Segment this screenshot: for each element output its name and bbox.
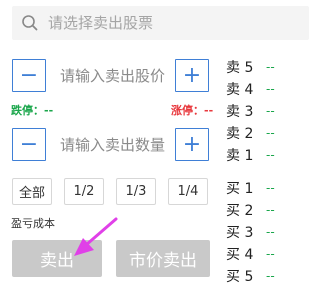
ask-row-2: 卖 2 -- bbox=[226, 123, 316, 143]
ask-value: -- bbox=[266, 104, 275, 118]
ask-label: 卖 1 bbox=[226, 148, 254, 164]
bid-label: 买 3 bbox=[226, 225, 254, 241]
ask-label: 卖 4 bbox=[226, 82, 254, 98]
limit-up-label: 涨停： bbox=[171, 104, 204, 117]
ratio-quarter-button[interactable]: 1/4 bbox=[168, 178, 208, 205]
market-sell-button[interactable]: 市价卖出 bbox=[116, 240, 210, 277]
limit-up-value: -- bbox=[204, 104, 214, 117]
bid-value: -- bbox=[266, 203, 275, 217]
price-decrease-button[interactable]: − bbox=[12, 59, 46, 92]
ask-value: -- bbox=[266, 82, 275, 96]
limit-down: 跌停：-- bbox=[11, 102, 53, 118]
bid-row-4: 买 4 -- bbox=[226, 244, 316, 264]
ask-label: 卖 3 bbox=[226, 104, 254, 120]
ratio-all-button[interactable]: 全部 bbox=[12, 178, 52, 205]
limit-up: 涨停：-- bbox=[171, 102, 213, 118]
bid-row-5: 买 5 -- bbox=[226, 266, 316, 286]
bid-value: -- bbox=[266, 181, 275, 195]
ask-value: -- bbox=[266, 60, 275, 74]
limit-down-value: -- bbox=[44, 104, 54, 117]
bid-value: -- bbox=[266, 269, 275, 283]
stock-search-bar[interactable] bbox=[12, 6, 309, 40]
ask-label: 卖 2 bbox=[226, 126, 254, 142]
bid-label: 买 1 bbox=[226, 181, 254, 197]
sell-button[interactable]: 卖出 bbox=[12, 240, 102, 277]
bid-row-3: 买 3 -- bbox=[226, 222, 316, 242]
ask-value: -- bbox=[266, 148, 275, 162]
sell-price-input[interactable] bbox=[60, 63, 168, 89]
price-increase-button[interactable]: + bbox=[175, 59, 209, 92]
bid-label: 买 2 bbox=[226, 203, 254, 219]
ask-label: 卖 5 bbox=[226, 60, 254, 76]
search-icon bbox=[22, 15, 38, 31]
ask-row-1: 卖 1 -- bbox=[226, 145, 316, 165]
ratio-third-button[interactable]: 1/3 bbox=[116, 178, 156, 205]
ask-value: -- bbox=[266, 126, 275, 140]
limit-down-label: 跌停： bbox=[11, 104, 44, 117]
bid-value: -- bbox=[266, 247, 275, 261]
bid-row-2: 买 2 -- bbox=[226, 200, 316, 220]
bid-value: -- bbox=[266, 225, 275, 239]
ask-row-4: 卖 4 -- bbox=[226, 79, 316, 99]
bid-row-1: 买 1 -- bbox=[226, 178, 316, 198]
quantity-decrease-button[interactable]: − bbox=[12, 128, 46, 161]
ask-row-3: 卖 3 -- bbox=[226, 101, 316, 121]
sell-quantity-input[interactable] bbox=[60, 132, 168, 158]
bid-label: 买 5 bbox=[226, 269, 254, 285]
ask-row-5: 卖 5 -- bbox=[226, 57, 316, 77]
stock-search-input[interactable] bbox=[48, 10, 298, 36]
profit-loss-cost-label: 盈亏成本 bbox=[11, 217, 55, 230]
ratio-half-button[interactable]: 1/2 bbox=[64, 178, 104, 205]
bid-label: 买 4 bbox=[226, 247, 254, 263]
quantity-increase-button[interactable]: + bbox=[175, 128, 209, 161]
